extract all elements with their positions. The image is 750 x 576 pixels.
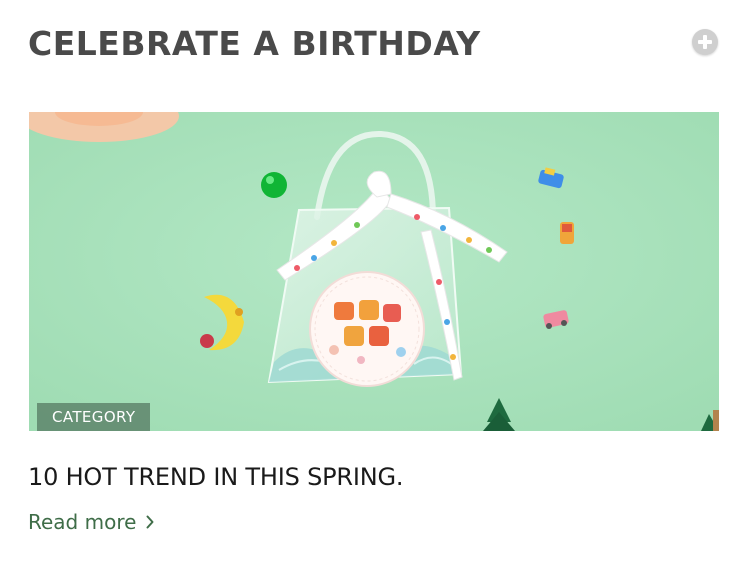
read-more-label: Read more [28,510,137,534]
post-image[interactable]: CATEGORY [29,112,719,431]
post-title[interactable]: 10 HOT TREND IN THIS SPRING. [28,458,404,496]
section-title: CELEBRATE A BIRTHDAY [28,24,481,63]
plus-circle-icon [698,35,712,49]
chevron-right-icon [146,515,154,529]
category-badge[interactable]: CATEGORY [37,403,151,431]
gift-bag-photo [29,112,719,431]
expand-button[interactable] [692,29,718,55]
read-more-link[interactable]: Read more [28,508,154,536]
